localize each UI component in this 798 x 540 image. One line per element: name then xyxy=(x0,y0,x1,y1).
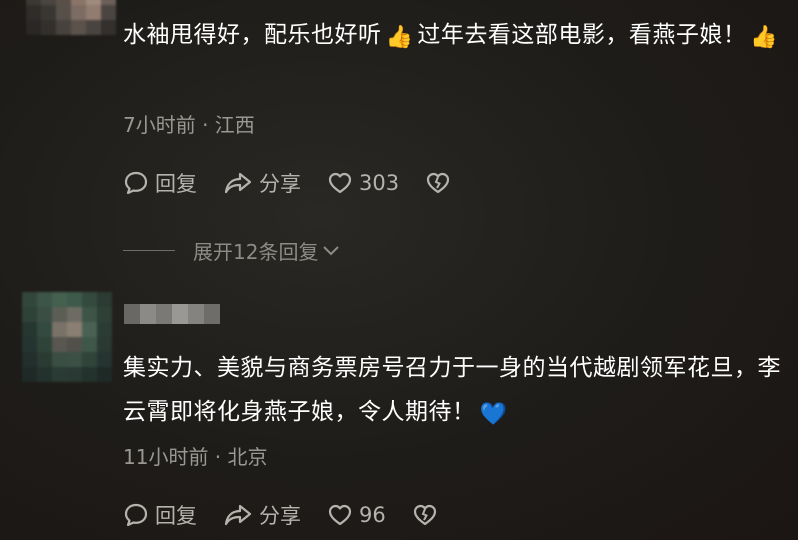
chevron-down-icon xyxy=(323,245,340,255)
share-label: 分享 xyxy=(259,504,301,528)
comment-text: 水袖甩得好，配乐也好听 👍 过年去看这部电影，看燕子娘！ 👍 xyxy=(123,13,783,60)
reply-button[interactable]: 回复 xyxy=(123,168,197,198)
like-count: 96 xyxy=(359,503,386,527)
broken-heart-icon xyxy=(413,504,436,526)
dislike-button[interactable] xyxy=(412,503,444,527)
avatar[interactable] xyxy=(26,0,116,50)
expand-replies-label: 展开12条回复 xyxy=(193,240,319,264)
comment-actions: 回复 分享 303 xyxy=(123,168,483,198)
thumbs-up-icon: 👍 xyxy=(750,25,779,50)
share-arrow-icon xyxy=(224,504,252,526)
divider-line xyxy=(123,250,175,251)
thumbs-up-icon: 👍 xyxy=(385,25,414,50)
comment-text-part-1: 水袖甩得好，配乐也好听 xyxy=(123,22,382,48)
comment-1: 水袖甩得好，配乐也好听 👍 过年去看这部电影，看燕子娘！ 👍 7小时前 · 江西 回复… xyxy=(0,0,798,280)
share-arrow-icon xyxy=(224,172,252,194)
reply-label: 回复 xyxy=(155,504,197,528)
heart-icon xyxy=(328,504,352,526)
like-button[interactable]: 96 xyxy=(327,503,386,527)
avatar[interactable] xyxy=(22,292,112,382)
comment-meta: 7小时前 · 江西 xyxy=(123,113,255,137)
comment-bubble-icon xyxy=(124,503,148,527)
comment-text-part-2: 过年去看这部电影，看燕子娘！ xyxy=(417,22,747,48)
share-button[interactable]: 分享 xyxy=(223,168,301,198)
comment-text-content: 集实力、美貌与商务票房号召力于一身的当代越剧领军花旦，李云霄即将化身燕子娘，令人… xyxy=(123,355,781,425)
comment-actions: 回复 分享 96 xyxy=(123,500,470,530)
share-button[interactable]: 分享 xyxy=(223,500,301,530)
like-button[interactable]: 303 xyxy=(327,171,399,195)
dislike-button[interactable] xyxy=(425,171,457,195)
comment-meta: 11小时前 · 北京 xyxy=(123,445,268,469)
heart-icon xyxy=(328,172,352,194)
share-label: 分享 xyxy=(259,172,301,196)
comment-2: 集实力、美貌与商务票房号召力于一身的当代越剧领军花旦，李云霄即将化身燕子娘，令人… xyxy=(0,280,798,540)
like-count: 303 xyxy=(359,171,400,195)
comment-text: 集实力、美貌与商务票房号召力于一身的当代越剧领军花旦，李云霄即将化身燕子娘，令人… xyxy=(123,346,783,437)
username[interactable] xyxy=(124,304,220,324)
reply-button[interactable]: 回复 xyxy=(123,500,197,530)
comment-bubble-icon xyxy=(124,171,148,195)
blue-heart-icon: 💙 xyxy=(479,402,508,427)
broken-heart-icon xyxy=(426,172,450,194)
reply-label: 回复 xyxy=(155,172,197,196)
expand-replies[interactable]: 展开12条回复 xyxy=(123,236,342,265)
